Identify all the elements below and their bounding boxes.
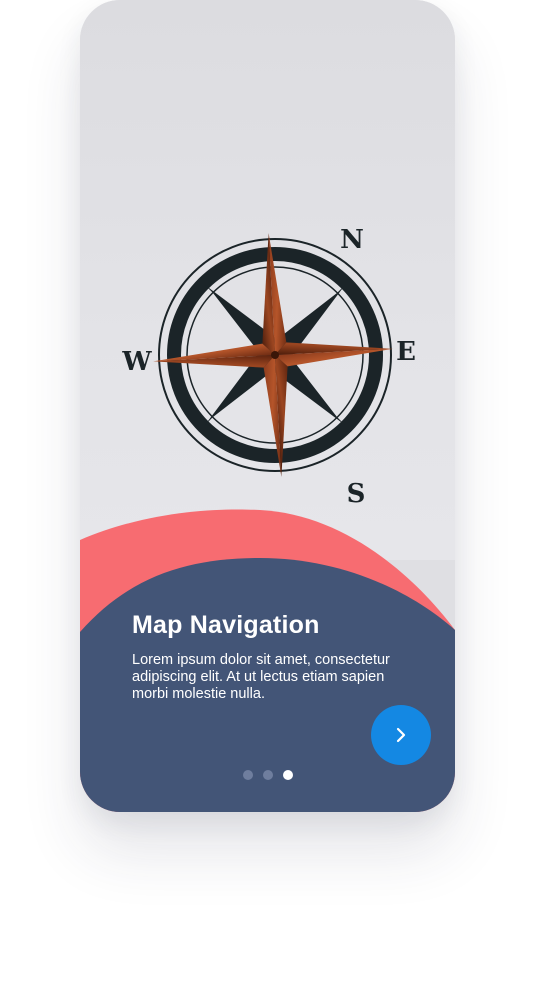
onboarding-screen: N S E W Map Navigation Lorem ipsum dolor… <box>80 0 455 812</box>
page-description: Lorem ipsum dolor sit amet, consectetur … <box>132 652 390 702</box>
page-title: Map Navigation <box>132 611 320 639</box>
page-dot-1[interactable] <box>243 770 253 780</box>
next-button[interactable] <box>371 705 431 765</box>
compass-label-north: N <box>340 225 364 255</box>
chevron-right-icon <box>396 727 406 743</box>
compass-label-east: E <box>396 337 416 367</box>
onboarding-content: Map Navigation Lorem ipsum dolor sit ame… <box>132 606 422 703</box>
compass-label-west: W <box>121 347 152 377</box>
page-dot-2[interactable] <box>263 770 273 780</box>
compass-illustration: N S E W <box>121 225 416 509</box>
hero-image: N S E W <box>80 0 455 560</box>
page-indicator <box>243 770 293 781</box>
page-dot-3-active[interactable] <box>283 770 293 780</box>
